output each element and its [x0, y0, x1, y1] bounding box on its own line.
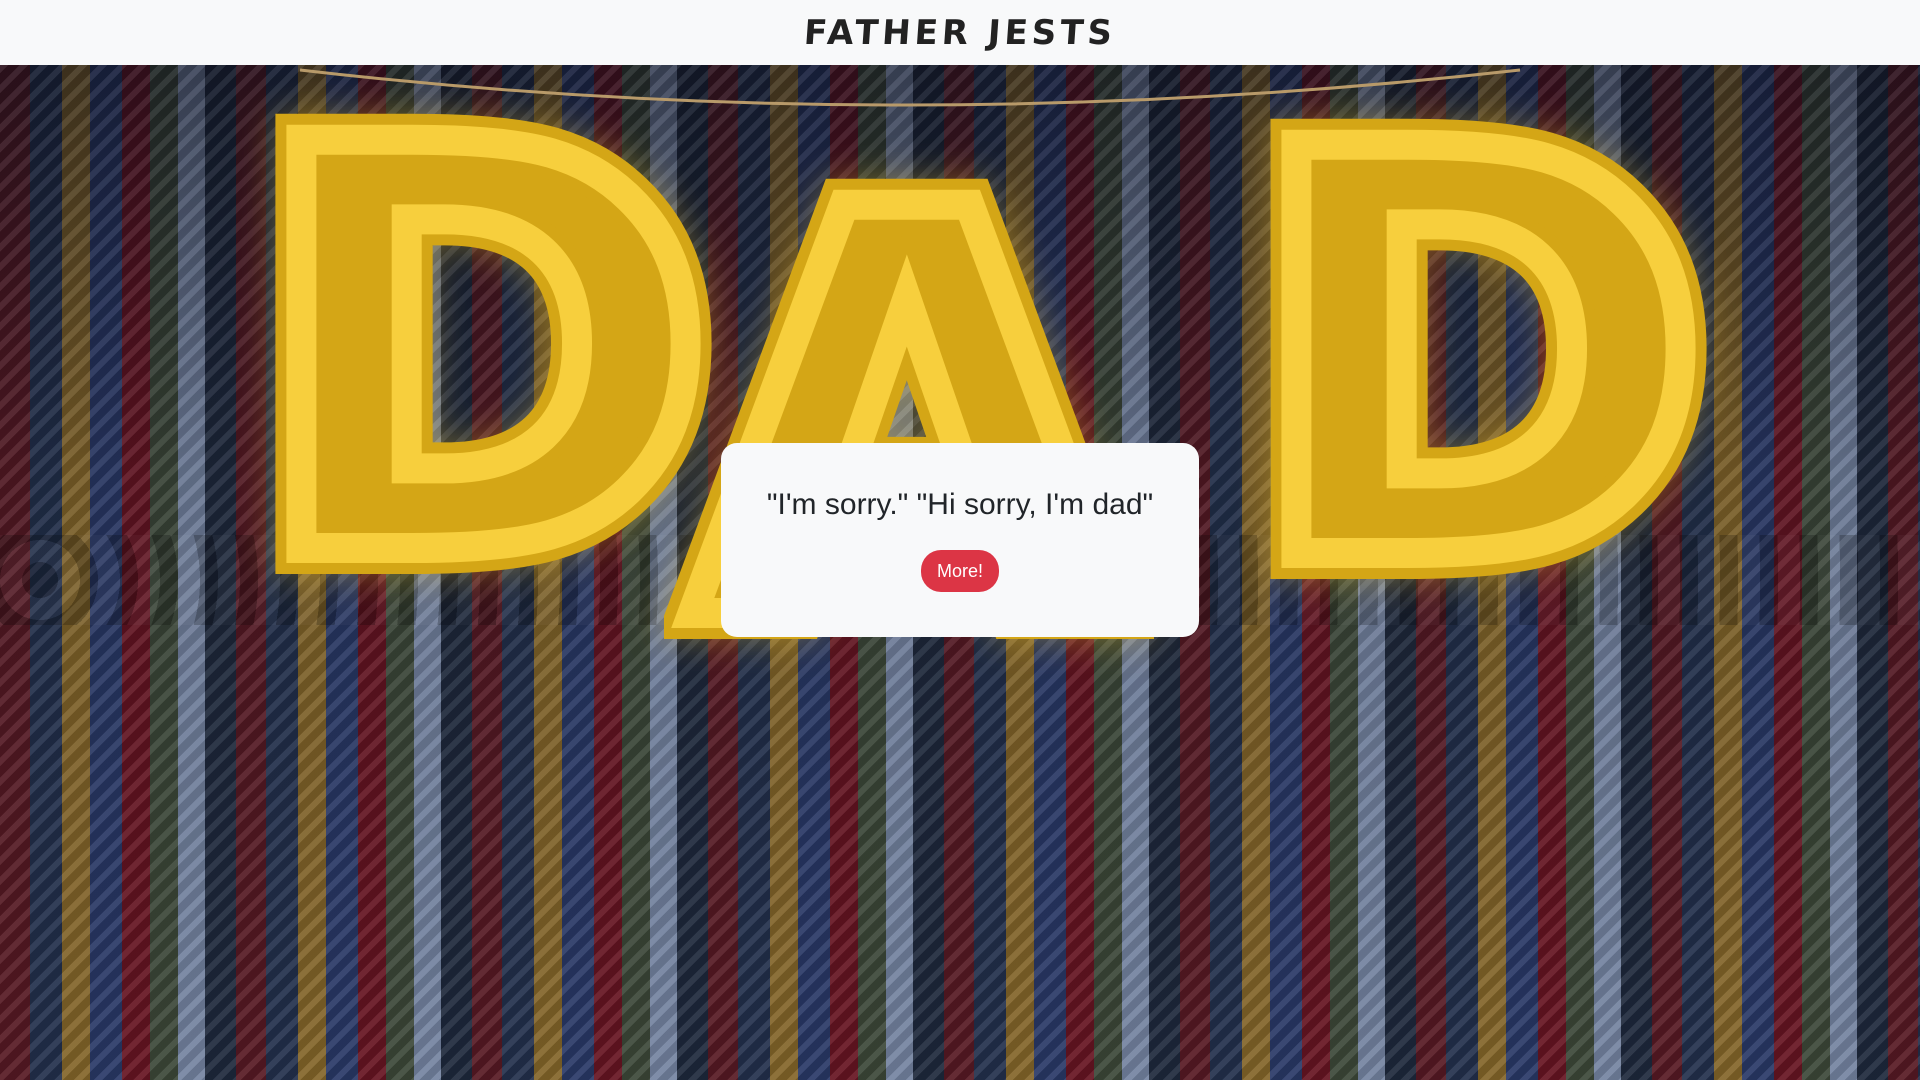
joke-card: "I'm sorry." "Hi sorry, I'm dad" More! — [721, 443, 1199, 637]
navbar: FATHER JESTS — [0, 0, 1920, 65]
joke-text: "I'm sorry." "Hi sorry, I'm dad" — [766, 488, 1154, 521]
site-brand[interactable]: FATHER JESTS — [803, 13, 1118, 53]
balloon-letter-d2-highlight: D — [1230, 65, 1725, 686]
balloon-letter-d1-highlight: D — [235, 65, 730, 681]
more-button[interactable]: More! — [920, 550, 999, 592]
